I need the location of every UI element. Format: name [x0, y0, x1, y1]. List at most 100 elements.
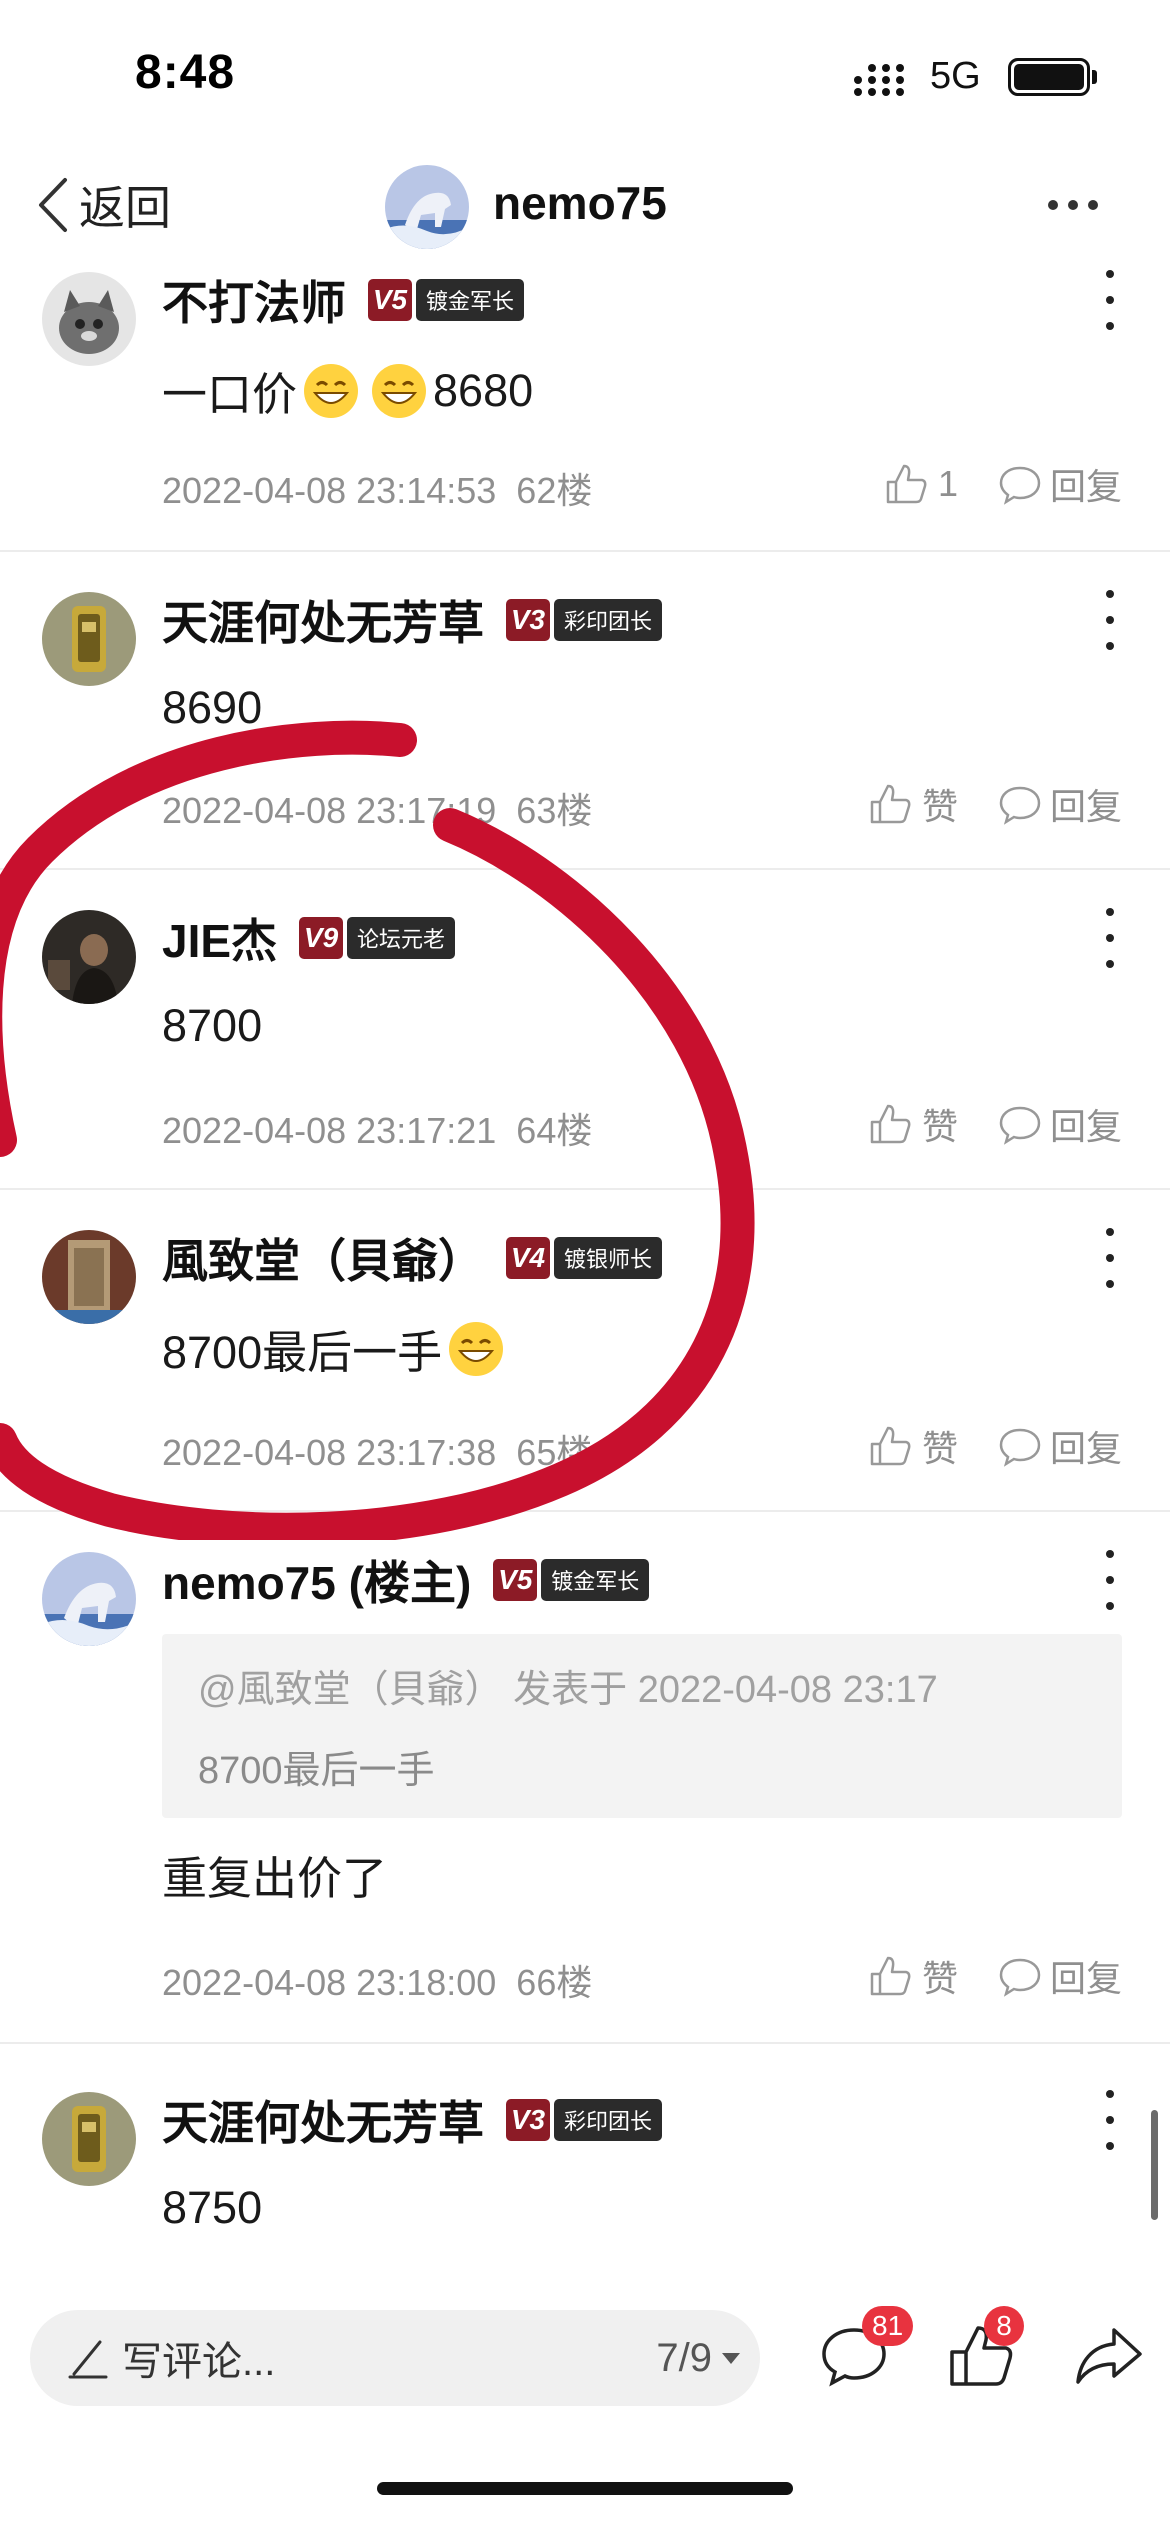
username[interactable]: 天涯何处无芳草 [162, 587, 484, 653]
author-avatar[interactable] [385, 165, 469, 249]
avatar[interactable] [42, 2092, 136, 2186]
timestamp: 2022-04-08 23:17:21 [162, 1110, 497, 1151]
page-indicator-label: 7/9 [656, 2336, 712, 2380]
floor-number: 62楼 [516, 470, 593, 511]
post-actions: 赞 回复 [868, 778, 1122, 830]
thumbs-up-icon [870, 1426, 911, 1466]
like-count-badge: 8 [984, 2306, 1024, 2346]
title-badge: 论坛元老 [347, 917, 456, 959]
like-button[interactable]: 赞 [868, 1420, 958, 1472]
thumbs-up-icon [886, 464, 927, 504]
username[interactable]: nemo75 (楼主) [162, 1547, 471, 1613]
like-label: 1 [937, 463, 958, 504]
battery-icon [1008, 58, 1090, 96]
user-row: JIE杰 V9 论坛元老 [162, 905, 456, 971]
like-label: 赞 [921, 786, 958, 827]
content-text: 8700最后一手 [162, 1327, 443, 1378]
title-badge: 镀金军长 [416, 279, 525, 321]
post-63: 天涯何处无芳草 V3 彩印团长 8690 2022-04-08 23:17:19… [0, 552, 1170, 870]
network-label: 5G [930, 55, 981, 97]
post-content: 8750 [162, 2182, 262, 2234]
post-meta: 2022-04-08 23:14:53 62楼 [162, 462, 592, 514]
username[interactable]: 風致堂（貝爺） [162, 1225, 484, 1291]
post-content: 8700最后一手 [162, 1316, 510, 1381]
kebab-icon[interactable] [1100, 1550, 1120, 1610]
username[interactable]: JIE杰 [162, 905, 277, 971]
like-label: 赞 [921, 1958, 958, 1999]
reply-label: 回复 [1049, 1106, 1122, 1147]
like-post-button[interactable]: 8 [946, 2306, 1026, 2400]
signal-icon [854, 64, 904, 96]
avatar[interactable] [42, 1552, 136, 1646]
like-button[interactable]: 1 [884, 462, 958, 506]
kebab-icon[interactable] [1100, 1228, 1120, 1288]
content-text: 8690 [162, 682, 263, 733]
like-button[interactable]: 赞 [868, 1098, 958, 1150]
level-badge: V4 [506, 1237, 550, 1279]
username[interactable]: 天涯何处无芳草 [162, 2087, 484, 2153]
reply-button[interactable]: 回复 [998, 1098, 1122, 1150]
thumbs-up-icon [870, 784, 911, 824]
like-button[interactable]: 赞 [868, 778, 958, 830]
title-badge: 彩印团长 [554, 599, 663, 641]
post-actions: 赞 回复 [868, 1950, 1122, 2002]
post-content: 8700 [162, 1000, 262, 1052]
nav-title: nemo75 [493, 177, 667, 229]
avatar[interactable] [42, 272, 136, 366]
post-content: 重复出价了 [162, 1842, 387, 1907]
kebab-icon[interactable] [1100, 270, 1120, 330]
scroll-indicator[interactable] [1151, 2110, 1158, 2220]
content-text: 一口价 [162, 369, 298, 420]
post-meta: 2022-04-08 23:17:38 65楼 [162, 1424, 592, 1476]
kebab-icon[interactable] [1100, 2090, 1120, 2150]
timestamp: 2022-04-08 23:17:38 [162, 1432, 497, 1473]
user-row: 風致堂（貝爺） V4 镀银师长 [162, 1225, 663, 1291]
floor-number: 65楼 [516, 1432, 593, 1473]
more-icon[interactable] [1048, 190, 1108, 220]
share-icon [1076, 2328, 1142, 2384]
reply-label: 回复 [1049, 786, 1122, 827]
kebab-icon[interactable] [1100, 908, 1120, 968]
post-content: 一口价 8680 [162, 358, 533, 423]
reply-button[interactable]: 回复 [998, 1420, 1122, 1472]
reply-button[interactable]: 回复 [998, 1950, 1122, 2002]
post-62: 不打法师 V5 镀金军长 一口价 8680 2022-04-08 23:14:5… [0, 270, 1170, 552]
share-button[interactable] [1072, 2320, 1152, 2400]
title-badge: 镀金军长 [541, 1559, 650, 1601]
quote-header: @風致堂（貝爺） 发表于 2022-04-08 23:17 [198, 1669, 938, 1711]
reply-button[interactable]: 回复 [998, 778, 1122, 830]
comment-button[interactable]: 81 [818, 2306, 914, 2400]
reply-label: 回复 [1049, 466, 1122, 507]
quote-box[interactable]: @風致堂（貝爺） 发表于 2022-04-08 23:17 8700最后一手 [162, 1634, 1122, 1818]
page-indicator[interactable]: 7/9 [656, 2336, 740, 2381]
title-badge: 彩印团长 [554, 2099, 663, 2141]
post-actions: 赞 回复 [868, 1098, 1122, 1150]
post-67: 天涯何处无芳草 V3 彩印团长 8750 [0, 2044, 1170, 2290]
reply-bubble-icon [999, 786, 1041, 825]
level-badge: V5 [368, 279, 412, 321]
avatar[interactable] [42, 1230, 136, 1324]
home-indicator[interactable] [377, 2482, 793, 2495]
back-button[interactable]: 返回 [35, 170, 171, 240]
avatar[interactable] [42, 910, 136, 1004]
like-label: 赞 [921, 1106, 958, 1147]
floor-number: 63楼 [516, 790, 593, 831]
reply-button[interactable]: 回复 [998, 458, 1122, 510]
kebab-icon[interactable] [1100, 590, 1120, 650]
post-meta: 2022-04-08 23:18:00 66楼 [162, 1954, 592, 2006]
level-badge: V5 [493, 1559, 538, 1601]
back-chevron-icon [39, 178, 67, 232]
pencil-icon [68, 2340, 108, 2379]
like-button[interactable]: 赞 [868, 1950, 958, 2002]
user-row: 天涯何处无芳草 V3 彩印团长 [162, 2087, 663, 2153]
timestamp: 2022-04-08 23:14:53 [162, 470, 497, 511]
timestamp: 2022-04-08 23:18:00 [162, 1962, 497, 2003]
avatar[interactable] [42, 592, 136, 686]
comment-count-badge: 81 [862, 2306, 914, 2346]
username[interactable]: 不打法师 [162, 267, 346, 333]
level-badge: V9 [299, 917, 344, 959]
quote-text: 8700最后一手 [198, 1750, 435, 1792]
comment-input[interactable]: 写评论... 7/9 [30, 2310, 760, 2406]
like-label: 赞 [921, 1428, 958, 1469]
comment-placeholder: 写评论... [122, 2340, 276, 2384]
